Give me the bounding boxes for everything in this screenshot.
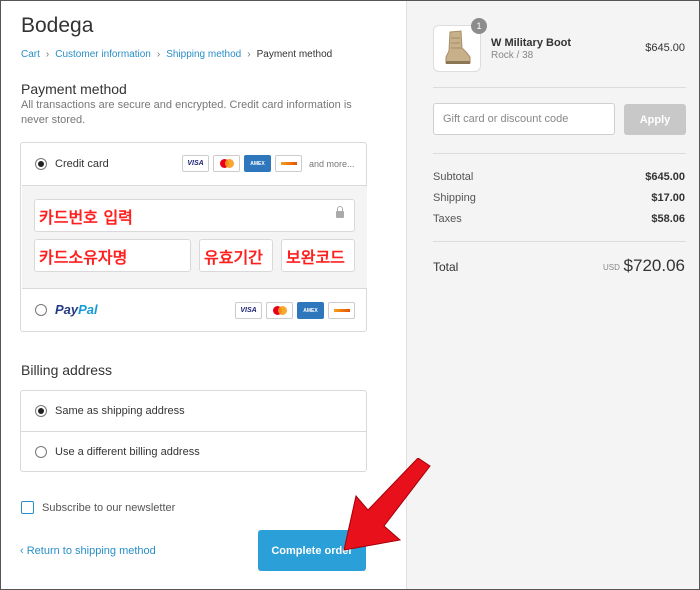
taxes-value: $58.06 (651, 213, 685, 225)
billing-address-title: Billing address (21, 362, 113, 378)
billing-same-label: Same as shipping address (55, 405, 185, 417)
more-cards-text: and more... (309, 158, 355, 169)
billing-different-label: Use a different billing address (55, 446, 200, 458)
cvv-annotation: 보완코드 (286, 247, 345, 267)
apply-discount-button[interactable]: Apply (624, 104, 686, 135)
quantity-badge: 1 (471, 18, 487, 34)
amex-icon: AMEX (297, 302, 324, 319)
expiry-field[interactable]: 유효기간 (199, 239, 273, 272)
billing-same-option[interactable]: Same as shipping address (21, 391, 366, 431)
product-price: $645.00 (645, 42, 685, 54)
divider (433, 241, 686, 242)
breadcrumb-shipping-method[interactable]: Shipping method (166, 49, 241, 60)
billing-different-option[interactable]: Use a different billing address (21, 432, 366, 472)
visa-icon: VISA (235, 302, 262, 319)
breadcrumb-customer-information[interactable]: Customer information (55, 49, 151, 60)
cvv-field[interactable]: 보완코드 (281, 239, 355, 272)
lock-icon (336, 206, 344, 219)
newsletter-label[interactable]: Subscribe to our newsletter (42, 502, 175, 514)
breadcrumb-cart[interactable]: Cart (21, 49, 40, 60)
paypal-card-brand-list: VISA AMEX (235, 302, 355, 319)
product-name: W Military Boot (491, 37, 572, 49)
order-summary: 1 W Military Boot Rock / 38 $645.00 Appl… (406, 1, 699, 589)
cardholder-name-field[interactable]: 카드소유자명 (34, 239, 191, 272)
expiry-annotation: 유효기간 (204, 247, 263, 267)
return-to-shipping-link[interactable]: ‹ Return to shipping method (20, 545, 156, 557)
card-number-field[interactable]: 카드번호 입력 (34, 199, 355, 232)
discount-code-input[interactable] (433, 103, 615, 135)
billing-different-radio[interactable] (35, 446, 47, 458)
shop-title[interactable]: Bodega (21, 14, 93, 38)
cardholder-name-annotation: 카드소유자명 (39, 247, 128, 267)
divider (433, 87, 686, 88)
breadcrumb-current: Payment method (256, 49, 333, 60)
subtotal-value: $645.00 (645, 171, 685, 183)
payment-method-title: Payment method (21, 81, 127, 97)
credit-card-label: Credit card (55, 158, 109, 170)
shipping-label: Shipping (433, 192, 476, 204)
credit-card-radio[interactable] (35, 158, 47, 170)
billing-options: Same as shipping address Use a different… (20, 390, 367, 472)
mastercard-icon (266, 302, 293, 319)
total-currency: USD (603, 263, 620, 272)
discover-icon (275, 155, 302, 172)
chevron-right-icon: › (45, 49, 50, 60)
chevron-left-icon: ‹ (20, 545, 27, 557)
boot-image (445, 30, 471, 64)
subtotal-label: Subtotal (433, 171, 474, 183)
paypal-radio[interactable] (35, 304, 47, 316)
credit-card-form: 카드번호 입력 카드소유자명 유효기간 보완코드 (22, 185, 367, 289)
total-label: Total (433, 260, 459, 274)
payment-options: Credit card VISA AMEX and more... 카드번호 입… (20, 142, 367, 332)
amex-icon: AMEX (244, 155, 271, 172)
breadcrumb: Cart › Customer information › Shipping metho… (21, 49, 332, 60)
red-arrow-annotation (343, 458, 431, 551)
product-variant: Rock / 38 (491, 50, 534, 61)
newsletter-checkbox[interactable] (21, 501, 34, 514)
visa-icon: VISA (182, 155, 209, 172)
paypal-option[interactable]: PayPal VISA AMEX (21, 290, 366, 332)
mastercard-icon (213, 155, 240, 172)
card-brand-list: VISA AMEX and more... (182, 155, 355, 172)
payment-security-note: All transactions are secure and encrypte… (21, 99, 352, 126)
paypal-logo: PayPal (55, 302, 98, 317)
total-value: $720.06 (623, 256, 685, 275)
shipping-value: $17.00 (651, 192, 685, 204)
taxes-label: Taxes (433, 213, 462, 225)
chevron-right-icon: › (156, 49, 161, 60)
billing-same-radio[interactable] (35, 405, 47, 417)
card-number-annotation: 카드번호 입력 (39, 207, 133, 227)
discover-icon (328, 302, 355, 319)
divider (433, 153, 686, 154)
chevron-right-icon: › (247, 49, 251, 60)
credit-card-option[interactable]: Credit card VISA AMEX and more... (21, 143, 366, 185)
